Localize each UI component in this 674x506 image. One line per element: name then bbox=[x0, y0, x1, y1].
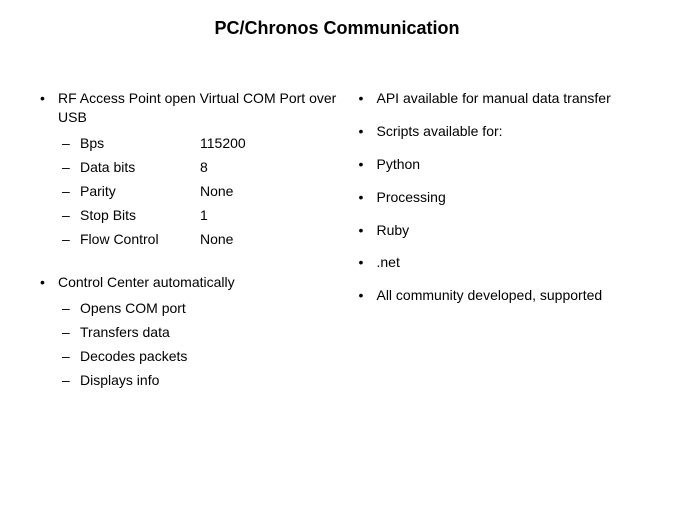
param-value: None bbox=[200, 229, 338, 250]
param-row: – Stop Bits 1 bbox=[62, 205, 338, 226]
dash-icon: – bbox=[62, 298, 80, 319]
sub-row: – Transfers data bbox=[62, 322, 338, 343]
param-value: 1 bbox=[200, 205, 338, 226]
dash-icon: – bbox=[62, 229, 80, 250]
param-value: 115200 bbox=[200, 133, 338, 154]
bullet-dot: • bbox=[358, 89, 376, 108]
dash-icon: – bbox=[62, 346, 80, 367]
param-label: Flow Control bbox=[80, 229, 200, 250]
right-bullet: • Scripts available for: bbox=[358, 122, 634, 141]
right-text: Python bbox=[376, 155, 634, 174]
right-text: .net bbox=[376, 253, 634, 272]
right-text: Ruby bbox=[376, 221, 634, 240]
param-value: None bbox=[200, 181, 338, 202]
bullet-dot: • bbox=[40, 273, 58, 292]
bullet-dot: • bbox=[358, 122, 376, 141]
right-text: Processing bbox=[376, 188, 634, 207]
slide-title: PC/Chronos Communication bbox=[40, 18, 634, 39]
right-text: Scripts available for: bbox=[376, 122, 634, 141]
sub-text: Opens COM port bbox=[80, 298, 338, 319]
param-label: Parity bbox=[80, 181, 200, 202]
left-section2-heading-text: Control Center automatically bbox=[58, 273, 338, 292]
right-bullet: • .net bbox=[358, 253, 634, 272]
param-row: – Flow Control None bbox=[62, 229, 338, 250]
right-text: All community developed, supported bbox=[376, 286, 634, 305]
dash-icon: – bbox=[62, 181, 80, 202]
param-row: – Parity None bbox=[62, 181, 338, 202]
left-section1-heading: • RF Access Point open Virtual COM Port … bbox=[40, 89, 338, 127]
param-row: – Bps 115200 bbox=[62, 133, 338, 154]
right-bullet: • Python bbox=[358, 155, 634, 174]
sub-row: – Displays info bbox=[62, 370, 338, 391]
dash-icon: – bbox=[62, 370, 80, 391]
dash-icon: – bbox=[62, 205, 80, 226]
dash-icon: – bbox=[62, 322, 80, 343]
bullet-dot: • bbox=[358, 253, 376, 272]
param-row: – Data bits 8 bbox=[62, 157, 338, 178]
bullet-dot: • bbox=[358, 188, 376, 207]
sub-text: Displays info bbox=[80, 370, 338, 391]
bullet-dot: • bbox=[358, 286, 376, 305]
left-column: • RF Access Point open Virtual COM Port … bbox=[40, 89, 338, 394]
param-label: Stop Bits bbox=[80, 205, 200, 226]
sub-text: Transfers data bbox=[80, 322, 338, 343]
bullet-dot: • bbox=[40, 89, 58, 108]
right-bullet: • API available for manual data transfer bbox=[358, 89, 634, 108]
param-label: Data bits bbox=[80, 157, 200, 178]
bullet-dot: • bbox=[358, 155, 376, 174]
param-value: 8 bbox=[200, 157, 338, 178]
left-section1-heading-text: RF Access Point open Virtual COM Port ov… bbox=[58, 89, 338, 127]
sub-row: – Opens COM port bbox=[62, 298, 338, 319]
right-bullet: • All community developed, supported bbox=[358, 286, 634, 305]
left-section2-heading: • Control Center automatically bbox=[40, 273, 338, 292]
sub-row: – Decodes packets bbox=[62, 346, 338, 367]
param-label: Bps bbox=[80, 133, 200, 154]
dash-icon: – bbox=[62, 133, 80, 154]
right-text: API available for manual data transfer bbox=[376, 89, 634, 108]
right-bullet: • Processing bbox=[358, 188, 634, 207]
dash-icon: – bbox=[62, 157, 80, 178]
content-columns: • RF Access Point open Virtual COM Port … bbox=[40, 89, 634, 394]
sub-text: Decodes packets bbox=[80, 346, 338, 367]
bullet-dot: • bbox=[358, 221, 376, 240]
right-bullet: • Ruby bbox=[358, 221, 634, 240]
right-column: • API available for manual data transfer… bbox=[358, 89, 634, 394]
